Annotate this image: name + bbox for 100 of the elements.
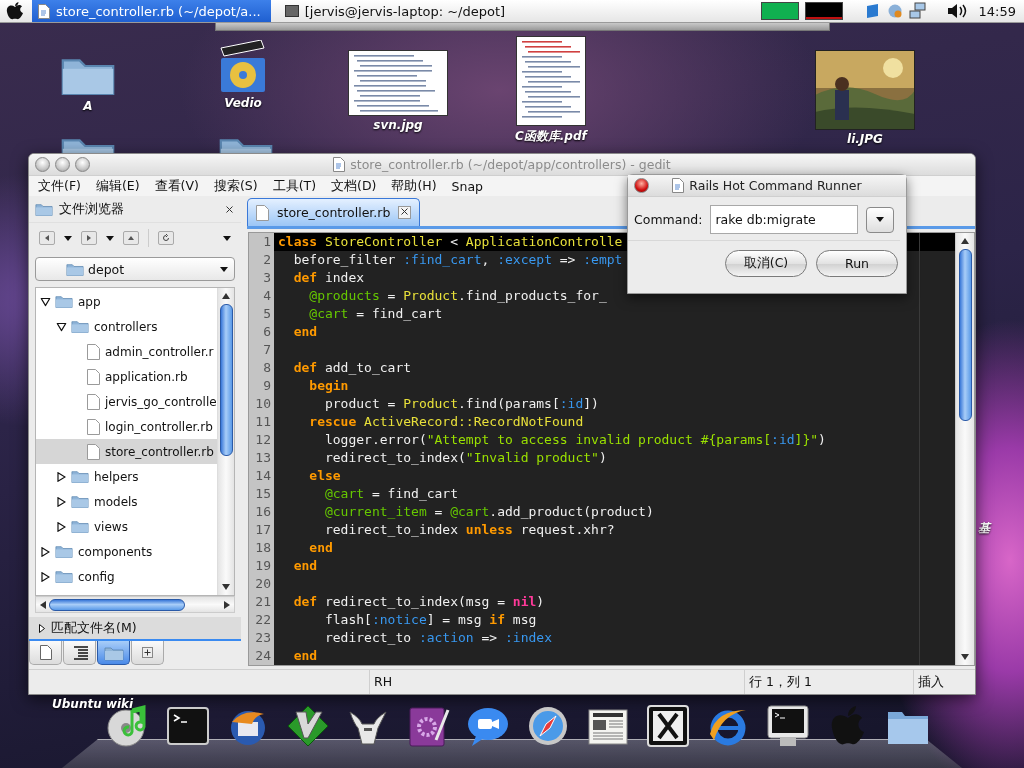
line-number: 16 <box>249 503 274 521</box>
tree-item-label: views <box>94 519 128 534</box>
menu-item[interactable]: 帮助(H) <box>391 177 437 195</box>
desktop-icon-label: 基 <box>978 520 990 537</box>
dropdown-caret-icon <box>64 235 72 241</box>
line-number: 23 <box>249 629 274 647</box>
desktop-icon-label: Vedio <box>224 96 262 110</box>
globe-icon[interactable] <box>886 3 903 19</box>
volume-icon[interactable] <box>946 3 967 19</box>
cancel-button[interactable]: 取消(C) <box>725 250 807 277</box>
location-dropdown[interactable]: depot <box>35 257 235 281</box>
scroll-right-arrow-icon[interactable] <box>224 600 231 609</box>
run-button[interactable]: Run <box>816 250 898 277</box>
file-icon <box>256 204 269 221</box>
menu-item[interactable]: 文档(D) <box>331 177 377 195</box>
command-input[interactable]: rake db:migrate <box>710 205 858 234</box>
tree-item[interactable]: jervis_go_controlle <box>36 389 217 414</box>
scroll-left-arrow-icon[interactable] <box>39 600 46 609</box>
monitor-icon[interactable] <box>766 704 810 748</box>
scroll-down-arrow-icon[interactable] <box>222 583 230 591</box>
taskbar-button[interactable]: [jervis@jervis-laptop: ~/depot] <box>278 0 516 22</box>
file-icon <box>87 418 100 435</box>
menu-item[interactable]: 工具(T) <box>272 177 316 195</box>
dropdown-caret-icon <box>106 235 114 241</box>
code-line: class StoreController < ApplicationControlle <box>278 233 623 251</box>
diamond-v-icon[interactable] <box>286 704 330 748</box>
expander-arrow-icon[interactable] <box>56 471 66 482</box>
line-number: 20 <box>249 575 274 593</box>
refresh-button[interactable] <box>158 231 174 245</box>
left-arrow-icon <box>44 235 50 241</box>
menu-item[interactable]: 搜索(S) <box>213 177 258 195</box>
line-number: 5 <box>249 305 274 323</box>
tree-item[interactable]: login_controller.rb <box>36 414 217 439</box>
document-tab[interactable]: store_controller.rb <box>247 198 421 226</box>
window-close-button[interactable] <box>35 157 50 172</box>
horizontal-scrollbar[interactable] <box>35 596 235 613</box>
expander-arrow-icon[interactable] <box>56 496 66 507</box>
dropdown-button[interactable] <box>865 206 894 233</box>
tree-item-label: login_controller.rb <box>105 419 213 434</box>
tree-item[interactable]: admin_controller.r <box>36 339 217 364</box>
expander-arrow-icon[interactable] <box>40 571 50 582</box>
tree-item-label: application.rb <box>105 369 188 384</box>
code-line: logger.error("Attempt to access invalid product #{params[:id]}") <box>323 431 826 449</box>
expander-arrow-icon[interactable] <box>40 297 50 306</box>
vertical-scrollbar[interactable] <box>955 233 974 665</box>
x-window-icon[interactable] <box>646 704 690 748</box>
close-icon <box>401 208 409 215</box>
tree-item[interactable]: views <box>36 514 217 539</box>
expander-arrow-icon[interactable] <box>56 322 66 331</box>
tree-item[interactable]: components <box>36 539 217 564</box>
menu-item[interactable]: Snap <box>451 178 483 194</box>
back-button[interactable] <box>39 231 55 245</box>
scroll-up-arrow-icon[interactable] <box>222 292 230 300</box>
folder-icon <box>55 569 73 584</box>
status-field: RH <box>369 670 744 694</box>
dialog-title: Rails Hot Command Runner <box>689 178 862 193</box>
line-number: 2 <box>249 251 274 269</box>
compass-icon[interactable] <box>526 704 570 748</box>
dialog-close-button[interactable] <box>634 178 649 193</box>
filter-expander[interactable]: 匹配文件名(M) <box>29 617 241 639</box>
network-icon[interactable] <box>908 2 927 20</box>
expander-arrow-icon[interactable] <box>56 521 66 532</box>
panel-title: 文件浏览器 <box>59 200 125 218</box>
line-number: 7 <box>249 341 274 359</box>
vertical-scrollbar[interactable] <box>217 288 234 595</box>
file-icon <box>87 343 100 360</box>
tree-item[interactable]: application.rb <box>36 364 217 389</box>
menu-item[interactable]: 查看(V) <box>154 177 199 195</box>
tree-item[interactable]: helpers <box>36 464 217 489</box>
window-title: store_controller.rb (~/depot/app/controllers) - gedit <box>350 157 671 172</box>
clock: 14:59 <box>978 3 1016 19</box>
tab-close-icon[interactable] <box>398 206 412 219</box>
scroll-up-arrow-icon[interactable] <box>961 237 969 245</box>
panel-tab[interactable] <box>29 641 62 665</box>
menu-item[interactable]: 文件(F) <box>38 177 81 195</box>
panel-tab[interactable] <box>97 641 130 665</box>
taskbar-button[interactable]: store_controller.rb (~/depot/a... <box>32 0 271 22</box>
tree-item[interactable]: store_controller.rb <box>36 439 217 464</box>
tree-item[interactable]: app <box>36 289 217 314</box>
up-button[interactable] <box>123 231 139 245</box>
tree-item[interactable]: models <box>36 489 217 514</box>
scroll-down-arrow-icon[interactable] <box>961 653 969 661</box>
code-line: def redirect_to_index(msg = nil) <box>292 593 545 611</box>
window-minimize-button[interactable] <box>55 157 70 172</box>
notes-icon[interactable] <box>864 3 881 19</box>
gear-document-icon[interactable] <box>406 704 450 748</box>
terminal-icon[interactable] <box>166 704 210 748</box>
forward-button[interactable] <box>81 231 97 245</box>
refresh-icon <box>162 234 170 242</box>
code-editor[interactable] <box>249 233 955 665</box>
tree-item[interactable]: controllers <box>36 314 217 339</box>
tree-item[interactable]: config <box>36 564 217 589</box>
line-number: 11 <box>249 413 274 431</box>
menu-item[interactable]: 编辑(E) <box>95 177 140 195</box>
expander-arrow-icon[interactable] <box>40 546 50 557</box>
code-line: end <box>292 647 318 665</box>
panel-tab[interactable] <box>63 641 96 665</box>
code-line: redirect_to_index("Invalid product") <box>323 449 607 467</box>
code-line: @cart = find_cart <box>323 485 458 503</box>
window-zoom-button[interactable] <box>75 157 90 172</box>
